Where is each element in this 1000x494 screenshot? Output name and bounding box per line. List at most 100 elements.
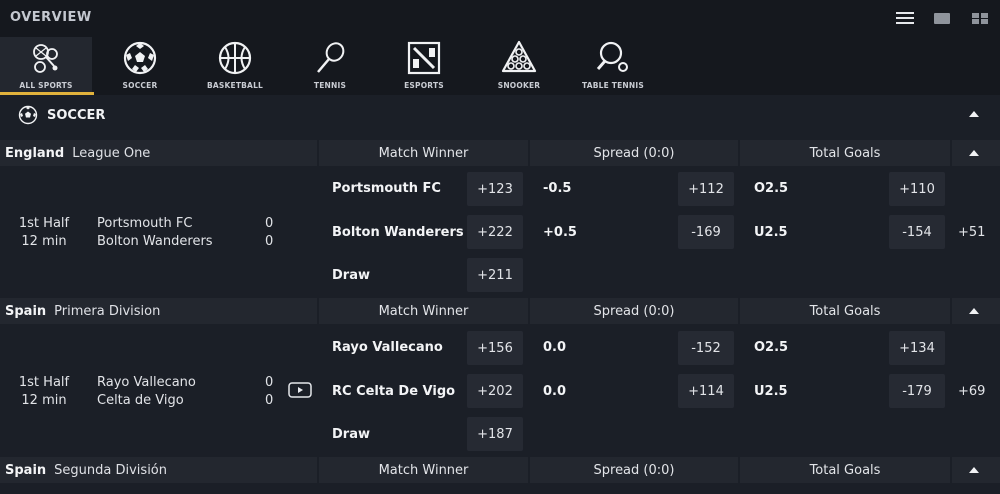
league-title: Primera Division xyxy=(54,303,161,319)
more-markets-link[interactable]: +51 xyxy=(958,225,985,240)
sport-tab-snooker[interactable]: SNOOKER xyxy=(473,37,565,95)
sport-label: SOCCER xyxy=(122,81,158,90)
odds-button[interactable]: -152 xyxy=(678,331,734,365)
home-score: 0 xyxy=(265,375,274,390)
soccer-ball-icon xyxy=(123,41,157,75)
odds-button[interactable]: -179 xyxy=(889,374,945,408)
league-collapse[interactable] xyxy=(952,457,1000,483)
spread-line: -0.5 xyxy=(543,181,572,196)
sport-tab-esports[interactable]: ESPORTS xyxy=(378,37,470,95)
league-header: England League One Match Winner Spread (… xyxy=(0,140,1000,166)
section-title: SOCCER xyxy=(47,108,106,123)
selection-name: Bolton Wanderers xyxy=(332,225,464,240)
selection-name: Draw xyxy=(332,268,370,283)
grid-view-icon[interactable] xyxy=(970,10,990,26)
match-clock: 12 min xyxy=(21,393,67,408)
sport-label: TENNIS xyxy=(313,81,347,90)
spread-line: +0.5 xyxy=(543,225,577,240)
match-period: 1st Half xyxy=(18,216,70,231)
single-view-icon[interactable] xyxy=(932,10,952,26)
league-collapse[interactable] xyxy=(952,298,1000,324)
match-row[interactable]: 1st Half 12 min Portsmouth FC Bolton Wan… xyxy=(0,167,1000,297)
away-score: 0 xyxy=(265,393,274,408)
away-score: 0 xyxy=(265,234,274,249)
sport-label: TABLE TENNIS xyxy=(582,81,644,90)
sport-tab-table-tennis[interactable]: TABLE TENNIS xyxy=(567,37,659,95)
odds-button[interactable]: +211 xyxy=(467,258,523,292)
sport-label: SNOOKER xyxy=(497,81,541,90)
away-team: Bolton Wanderers xyxy=(97,234,213,249)
league-country: Spain xyxy=(5,462,47,478)
sport-tab-soccer[interactable]: SOCCER xyxy=(94,37,186,95)
tennis-racket-icon xyxy=(317,42,345,73)
section-header: SOCCER xyxy=(0,97,1000,133)
live-stream-icon[interactable] xyxy=(288,382,312,398)
league-header: Spain Primera Division Match Winner Spre… xyxy=(0,298,1000,324)
league-title: Segunda División xyxy=(54,462,167,478)
odds-button[interactable]: +134 xyxy=(889,331,945,365)
odds-button[interactable]: +110 xyxy=(889,172,945,206)
total-line: U2.5 xyxy=(754,225,788,240)
odds-button[interactable]: -154 xyxy=(889,215,945,249)
selection-name: Portsmouth FC xyxy=(332,181,441,196)
all-sports-icon xyxy=(33,44,58,73)
odds-button[interactable]: +202 xyxy=(467,374,523,408)
market-header-spread: Spread (0:0) xyxy=(530,140,738,166)
sport-label: ESPORTS xyxy=(404,81,444,90)
collapse-league-icon[interactable] xyxy=(969,467,979,473)
top-bar: OVERVIEW xyxy=(0,0,1000,37)
selection-name: RC Celta De Vigo xyxy=(332,384,456,399)
match-clock: 12 min xyxy=(21,234,67,249)
league-title: League One xyxy=(72,145,151,161)
selection-name: Rayo Vallecano xyxy=(332,340,443,355)
odds-button[interactable]: +123 xyxy=(467,172,523,206)
odds-button[interactable]: +222 xyxy=(467,215,523,249)
collapse-league-icon[interactable] xyxy=(969,308,979,314)
sport-label: BASKETBALL xyxy=(206,81,264,90)
soccer-ball-icon xyxy=(18,105,38,125)
market-header-spread: Spread (0:0) xyxy=(530,298,738,324)
league-country: England xyxy=(5,145,65,161)
spread-line: 0.0 xyxy=(543,384,567,399)
total-line: O2.5 xyxy=(754,181,789,196)
esports-icon xyxy=(407,41,441,75)
home-team: Rayo Vallecano xyxy=(97,375,196,390)
total-line: U2.5 xyxy=(754,384,788,399)
odds-button[interactable]: +112 xyxy=(678,172,734,206)
league-name: Spain Primera Division xyxy=(0,298,317,324)
market-header-total-goals: Total Goals xyxy=(740,140,950,166)
snooker-icon xyxy=(501,40,537,73)
spread-line: 0.0 xyxy=(543,340,567,355)
collapse-league-icon[interactable] xyxy=(969,150,979,156)
sport-tab-basketball[interactable]: BASKETBALL xyxy=(189,37,281,95)
league-country: Spain xyxy=(5,303,47,319)
list-view-icon[interactable] xyxy=(895,10,915,26)
sport-tab-all-sports[interactable]: ALL SPORTS xyxy=(0,37,94,95)
league-collapse[interactable] xyxy=(952,140,1000,166)
market-header-match-winner: Match Winner xyxy=(319,457,528,483)
sport-tab-tennis[interactable]: TENNIS xyxy=(284,37,376,95)
odds-button[interactable]: -169 xyxy=(678,215,734,249)
market-header-total-goals: Total Goals xyxy=(740,457,950,483)
page-title: OVERVIEW xyxy=(10,10,92,25)
match-row[interactable]: 1st Half 12 min Rayo Vallecano Celta de … xyxy=(0,326,1000,456)
match-period: 1st Half xyxy=(18,375,70,390)
home-team: Portsmouth FC xyxy=(97,216,193,231)
odds-button[interactable]: +156 xyxy=(467,331,523,365)
league-name: England League One xyxy=(0,140,317,166)
sport-label: ALL SPORTS xyxy=(19,81,73,90)
market-header-match-winner: Match Winner xyxy=(319,298,528,324)
selection-name: Draw xyxy=(332,427,370,442)
collapse-section-icon[interactable] xyxy=(969,111,979,117)
league-name: Spain Segunda División xyxy=(0,457,317,483)
home-score: 0 xyxy=(265,216,274,231)
market-header-match-winner: Match Winner xyxy=(319,140,528,166)
odds-button[interactable]: +114 xyxy=(678,374,734,408)
table-tennis-icon xyxy=(596,41,628,72)
more-markets-link[interactable]: +69 xyxy=(958,384,985,399)
odds-button[interactable]: +187 xyxy=(467,417,523,451)
league-header: Spain Segunda División Match Winner Spre… xyxy=(0,457,1000,483)
basketball-icon xyxy=(218,41,252,75)
market-header-total-goals: Total Goals xyxy=(740,298,950,324)
sports-nav: ALL SPORTS SOCCER BASKETBALL TENNIS ESPO… xyxy=(0,37,1000,95)
